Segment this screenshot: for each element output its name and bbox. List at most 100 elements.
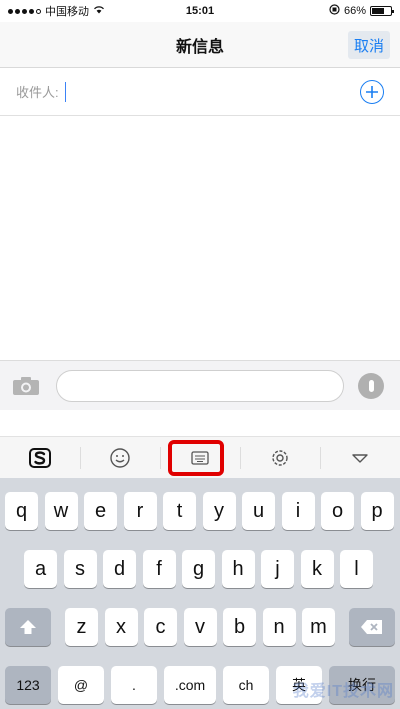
key-label: d	[113, 557, 126, 580]
sogou-logo-button[interactable]	[0, 437, 80, 479]
camera-icon	[13, 376, 39, 395]
key-t[interactable]: t	[163, 492, 196, 530]
status-bar: 中国移动 15:01 66%	[0, 0, 400, 22]
delete-key[interactable]	[349, 608, 395, 646]
key-label: 换行	[348, 677, 376, 693]
key-label: f	[156, 557, 162, 580]
key-l[interactable]: l	[340, 550, 373, 588]
key-label: y	[214, 499, 224, 522]
microphone-icon	[368, 379, 374, 392]
key-p[interactable]: p	[360, 492, 394, 530]
key-r[interactable]: r	[123, 492, 157, 530]
recipient-field[interactable]: 收件人:	[0, 68, 400, 116]
key-m[interactable]: m	[302, 608, 335, 646]
key-label: h	[232, 557, 244, 580]
numbers-key[interactable]: 123	[5, 666, 51, 704]
cancel-button[interactable]: 取消	[347, 31, 390, 59]
wifi-icon	[93, 5, 105, 17]
battery-percent: 66%	[343, 5, 366, 17]
key-label: .com	[174, 677, 206, 693]
emoji-button[interactable]	[80, 437, 160, 479]
recipient-label: 收件人:	[16, 85, 59, 100]
key-d[interactable]: d	[103, 550, 136, 588]
status-left: 中国移动	[8, 3, 105, 19]
ime-toolbar	[0, 436, 400, 478]
compose-bar	[0, 360, 400, 410]
keyboard: 换行 英 ch .com. @123 m n b v c x z l k j h g f d s a p o i u y t r e w q…	[0, 478, 400, 709]
text-cursor	[64, 81, 66, 102]
key-n[interactable]: n	[262, 608, 296, 646]
plus-icon	[366, 86, 378, 98]
key-label: ch	[238, 677, 254, 693]
key-i[interactable]: i	[281, 492, 315, 530]
key-o[interactable]: o	[321, 492, 354, 530]
chevron-down-icon	[352, 453, 368, 463]
key-k[interactable]: k	[300, 550, 334, 588]
orientation-lock-icon	[329, 4, 340, 18]
key-label: u	[252, 499, 265, 522]
key-label: c	[155, 615, 166, 638]
dotcom-key[interactable]: .com	[164, 666, 216, 704]
key-label: k	[312, 557, 322, 580]
key-label: 英	[292, 677, 306, 693]
sogou-logo-icon	[29, 447, 51, 468]
dot-key[interactable]: .	[111, 666, 157, 704]
key-b[interactable]: b	[223, 608, 256, 646]
key-a[interactable]: a	[24, 550, 57, 588]
key-label: o	[331, 499, 344, 522]
key-label: x	[116, 615, 126, 638]
key-s[interactable]: s	[63, 550, 97, 588]
gear-icon	[272, 449, 288, 466]
add-contact-button[interactable]	[360, 80, 384, 104]
key-c[interactable]: c	[144, 608, 177, 646]
key-label: s	[75, 557, 85, 580]
carrier-name: 中国移动	[45, 6, 89, 18]
english-key[interactable]: 英	[276, 666, 322, 704]
message-input[interactable]	[56, 369, 344, 402]
hide-keyboard-button[interactable]	[320, 437, 400, 479]
key-label: @	[73, 677, 89, 693]
key-label: b	[233, 615, 246, 638]
key-v[interactable]: v	[183, 608, 217, 646]
signal-strength-icon	[8, 8, 41, 14]
key-h[interactable]: h	[221, 550, 255, 588]
chinese-key[interactable]: ch	[223, 666, 269, 704]
key-j[interactable]: j	[261, 550, 294, 588]
key-label: l	[354, 557, 359, 580]
camera-button[interactable]	[12, 376, 40, 396]
key-w[interactable]: w	[44, 492, 78, 530]
status-right: 66%	[329, 4, 394, 18]
key-label: q	[15, 499, 28, 522]
smiley-icon	[110, 447, 130, 468]
key-y[interactable]: y	[202, 492, 236, 530]
key-label: j	[275, 557, 280, 580]
keyboard-switch-button[interactable]	[160, 437, 240, 479]
battery-icon	[370, 6, 394, 16]
key-label: m	[310, 615, 327, 638]
key-label: t	[176, 499, 183, 522]
shift-key[interactable]	[5, 608, 51, 646]
key-label: a	[34, 557, 47, 580]
key-label: r	[136, 499, 144, 522]
key-label: 123	[16, 677, 40, 693]
voice-input-button[interactable]	[358, 372, 384, 399]
key-label: z	[76, 615, 87, 638]
key-e[interactable]: e	[84, 492, 117, 530]
highlight-box	[168, 439, 224, 476]
key-label: .	[132, 677, 136, 693]
at-key[interactable]: @	[58, 666, 104, 704]
key-f[interactable]: f	[142, 550, 176, 588]
key-q[interactable]: q	[5, 492, 38, 530]
page-title: 新信息	[175, 38, 224, 56]
key-g[interactable]: g	[182, 550, 215, 588]
key-label: w	[53, 499, 69, 522]
return-key[interactable]: 换行	[329, 666, 395, 704]
key-label: g	[192, 557, 205, 580]
key-label: i	[295, 499, 301, 522]
key-u[interactable]: u	[242, 492, 275, 530]
settings-button[interactable]	[240, 437, 320, 479]
key-z[interactable]: z	[65, 608, 98, 646]
nav-bar: 新信息 取消	[0, 22, 400, 68]
shift-icon	[20, 620, 36, 634]
key-x[interactable]: x	[104, 608, 138, 646]
